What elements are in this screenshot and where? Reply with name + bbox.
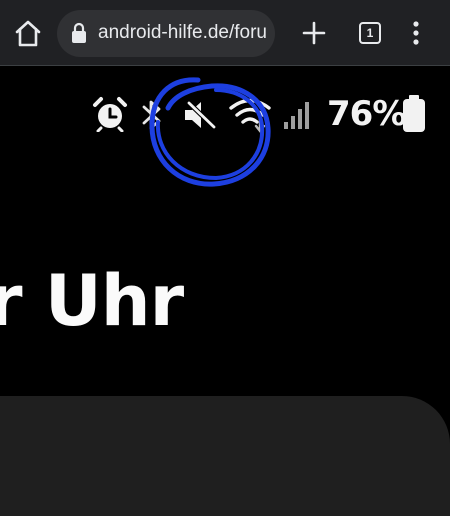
page-content: 76% r Uhr — [0, 66, 450, 516]
content-card — [0, 396, 450, 516]
new-tab-button[interactable] — [302, 21, 326, 45]
tab-count: 1 — [366, 26, 374, 40]
url-text: android-hilfe.de/foru — [98, 22, 267, 43]
more-vert-icon[interactable] — [410, 20, 422, 46]
alarm-icon — [93, 97, 127, 132]
lock-icon — [72, 22, 86, 43]
home-icon[interactable] — [14, 18, 42, 48]
tab-switcher-button[interactable]: 1 — [359, 22, 381, 44]
page-heading: r Uhr — [0, 260, 184, 342]
browser-toolbar: android-hilfe.de/foru 1 — [0, 0, 450, 66]
battery-percent: 76% — [327, 94, 406, 134]
address-bar[interactable]: android-hilfe.de/foru — [57, 10, 275, 57]
battery-icon — [403, 95, 425, 132]
signal-icon — [284, 102, 309, 129]
annotation-circle — [149, 77, 271, 187]
